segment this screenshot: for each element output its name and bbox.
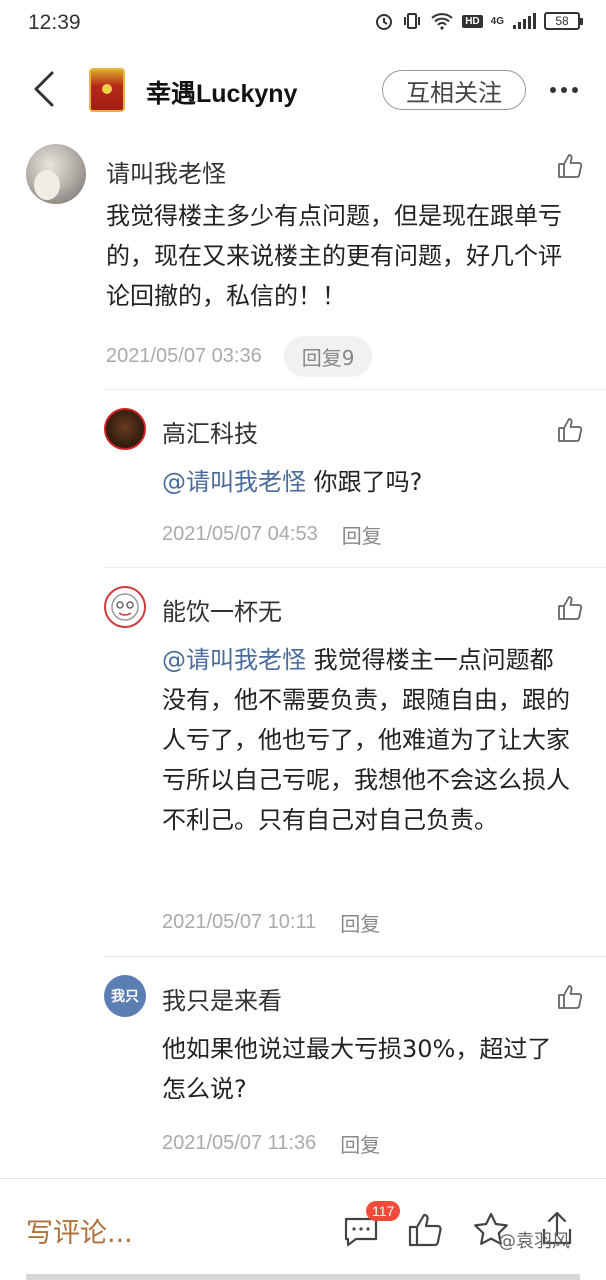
- vibrate-icon: [404, 13, 421, 29]
- scroll-strip: [26, 1274, 580, 1280]
- avatar[interactable]: [104, 586, 146, 628]
- reply-meta: 2021/05/07 10:11 回复: [162, 908, 380, 937]
- reply-count-button[interactable]: 回复9: [283, 336, 373, 377]
- thumbs-up-icon[interactable]: [556, 983, 584, 1011]
- comment-author[interactable]: 请叫我老怪: [106, 154, 226, 189]
- timestamp: 2021/05/07 10:11: [162, 911, 317, 933]
- hd-badge: HD: [462, 14, 483, 28]
- avatar[interactable]: [104, 408, 146, 450]
- thumbs-up-icon[interactable]: [556, 416, 584, 444]
- thumbs-up-icon[interactable]: [556, 594, 584, 622]
- reply-author[interactable]: 能饮一杯无: [162, 592, 282, 627]
- reply-body: 我觉得楼主一点问题都没有，他不需要负责，跟随自由，跟的人亏了，他也亏了，他难道为…: [162, 646, 570, 834]
- timestamp: 2021/05/07 03:36: [106, 345, 262, 367]
- follow-button[interactable]: 互相关注: [382, 70, 526, 110]
- network-label: 4G: [490, 15, 504, 27]
- signal-icon: [513, 13, 536, 29]
- reply-button[interactable]: 回复: [340, 1129, 380, 1158]
- write-comment-input[interactable]: 写评论...: [26, 1211, 133, 1250]
- avatar[interactable]: [26, 144, 86, 204]
- reply-text: @请叫我老怪 你跟了吗?: [162, 462, 572, 502]
- timestamp: 2021/05/07 11:36: [162, 1132, 317, 1154]
- mention-link[interactable]: @请叫我老怪: [162, 468, 306, 496]
- reply-meta: 2021/05/07 11:36 回复: [162, 1129, 380, 1158]
- more-icon: [550, 87, 556, 93]
- comment-meta: 2021/05/07 03:36 回复9: [106, 336, 373, 377]
- like-icon[interactable]: [406, 1211, 444, 1249]
- reply-text: @请叫我老怪 我觉得楼主一点问题都没有，他不需要负责，跟随自由，跟的人亏了，他也…: [162, 640, 572, 840]
- timestamp: 2021/05/07 04:53: [162, 523, 318, 545]
- reply-item: 我只 我只是来看 他如果他说过最大亏损30%，超过了怎么说? 2021/05/0…: [104, 956, 606, 1178]
- back-arrow-icon: [34, 71, 54, 107]
- wifi-icon: [431, 13, 453, 30]
- more-icon: [561, 87, 567, 93]
- reply-text: 他如果他说过最大亏损30%，超过了怎么说?: [162, 1035, 552, 1103]
- reply-author[interactable]: 高汇科技: [162, 414, 258, 449]
- thumbs-up-icon[interactable]: [556, 152, 584, 180]
- reply-item: 能饮一杯无 @请叫我老怪 我觉得楼主一点问题都没有，他不需要负责，跟随自由，跟的…: [104, 567, 606, 956]
- reply-author[interactable]: 我只是来看: [162, 981, 282, 1016]
- alarm-icon: [376, 14, 393, 30]
- page-title[interactable]: 幸遇Luckyny: [146, 74, 297, 110]
- cartoon-face-icon: [111, 593, 139, 621]
- comment-text: 我觉得楼主多少有点问题，但是现在跟单亏的，现在又来说楼主的更有问题，好几个评论回…: [106, 202, 562, 310]
- back-button[interactable]: [26, 68, 62, 110]
- reply-meta: 2021/05/07 04:53 回复: [162, 520, 382, 549]
- status-icons: HD 4G 58: [374, 11, 583, 31]
- avatar[interactable]: 我只: [104, 975, 146, 1017]
- header-avatar[interactable]: [89, 68, 125, 112]
- battery-indicator: 58: [544, 12, 583, 30]
- more-icon: [572, 87, 578, 93]
- mention-link[interactable]: @请叫我老怪: [162, 646, 306, 674]
- watermark: @袁羽风: [498, 1231, 570, 1252]
- comment-count-badge: 117: [366, 1201, 401, 1221]
- reply-item: 高汇科技 @请叫我老怪 你跟了吗? 2021/05/07 04:53 回复: [104, 389, 606, 567]
- status-bar: 12:39 HD 4G 58: [0, 0, 606, 46]
- more-button[interactable]: [544, 72, 584, 108]
- status-time: 12:39: [28, 11, 81, 34]
- reply-button[interactable]: 回复: [342, 520, 382, 549]
- bottom-bar: 写评论... 117 @袁羽风: [0, 1178, 606, 1280]
- reply-button[interactable]: 回复: [340, 908, 380, 937]
- reply-body: 你跟了吗?: [306, 468, 423, 496]
- header: 幸遇Luckyny 互相关注: [0, 46, 606, 136]
